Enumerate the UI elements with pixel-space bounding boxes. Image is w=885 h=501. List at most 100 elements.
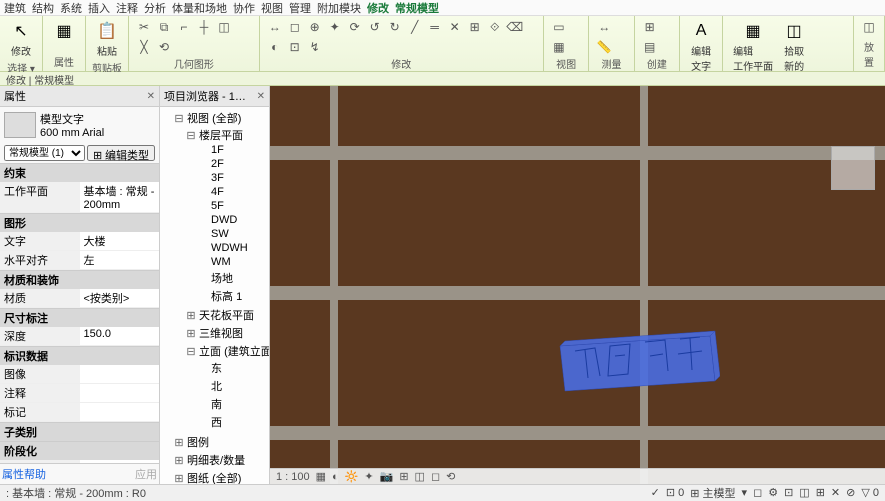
ribbon-btn[interactable]: ↖修改 — [6, 18, 36, 60]
ribbon-icon[interactable]: ▤ — [641, 38, 659, 56]
tree-node[interactable]: 东 — [198, 359, 267, 377]
menu-常规模型[interactable]: 常规模型 — [395, 0, 439, 16]
ribbon-icon[interactable]: ↯ — [306, 38, 324, 56]
tree-node[interactable]: 西 — [198, 413, 267, 431]
tree-toggle-icon[interactable]: ⊞ — [174, 472, 184, 484]
tree-node[interactable]: WDWH — [198, 241, 267, 255]
tree-node[interactable]: ⊞ 天花板平面 — [186, 306, 267, 324]
menu-建筑[interactable]: 建筑 — [4, 0, 26, 16]
tree-toggle-icon[interactable]: ⊟ — [186, 129, 196, 142]
ribbon-icon[interactable]: ┼ — [195, 18, 213, 36]
tree-toggle-icon[interactable]: ⊞ — [186, 309, 196, 322]
ribbon-icon[interactable]: ↺ — [366, 18, 384, 36]
ribbon-icon[interactable]: ◫ — [860, 18, 878, 36]
tree-node[interactable]: DWD — [198, 213, 267, 227]
ribbon-icon[interactable]: ↔ — [266, 18, 284, 36]
props-help-link[interactable]: 属性帮助 — [2, 466, 46, 482]
viewctrl-icon[interactable]: ⟲ — [446, 470, 455, 483]
ribbon-icon[interactable]: ⟳ — [346, 18, 364, 36]
tree-node[interactable]: ⊞ 三维视图 — [186, 324, 267, 342]
viewctrl-icon[interactable]: ◻ — [431, 470, 440, 483]
tree-node[interactable]: WM — [198, 255, 267, 269]
ribbon-icon[interactable]: ✦ — [326, 18, 344, 36]
viewctrl-icon[interactable]: ◐ — [332, 471, 339, 483]
tree-node[interactable]: 1F — [198, 143, 267, 157]
ribbon-icon[interactable]: ▦ — [550, 38, 568, 56]
ribbon-btn[interactable]: ▦ — [49, 18, 79, 45]
status-icon[interactable]: ⊘ — [846, 486, 855, 499]
menu-系统[interactable]: 系统 — [60, 0, 82, 16]
ribbon-icon[interactable]: ╱ — [406, 18, 424, 36]
menu-插入[interactable]: 插入 — [88, 0, 110, 16]
prop-value[interactable]: 基本墙 : 常规 - 200mm — [80, 182, 160, 212]
prop-section-尺寸标注[interactable]: 尺寸标注 — [0, 308, 159, 327]
tree-node[interactable]: 北 — [198, 377, 267, 395]
prop-section-标识数据[interactable]: 标识数据 — [0, 346, 159, 365]
ribbon-icon[interactable]: ⊞ — [466, 18, 484, 36]
menu-协作[interactable]: 协作 — [233, 0, 255, 16]
prop-section-图形[interactable]: 图形 — [0, 213, 159, 232]
prop-section-材质和装饰[interactable]: 材质和装饰 — [0, 270, 159, 289]
ribbon-icon[interactable]: ═ — [426, 18, 444, 36]
tree-node[interactable]: ⊞ 明细表/数量 — [174, 451, 267, 469]
prop-value[interactable] — [80, 384, 160, 402]
ribbon-icon[interactable]: ◻ — [286, 18, 304, 36]
ribbon-icon[interactable]: ⧉ — [155, 18, 173, 36]
prop-section-约束[interactable]: 约束 — [0, 163, 159, 182]
status-icon[interactable]: ◫ — [799, 486, 809, 499]
tree-node[interactable]: ⊟ 视图 (全部)⊟ 楼层平面 1F 2F 3F 4F 5F DWD SW WD… — [174, 109, 267, 433]
tree-node[interactable]: 场地 — [198, 269, 267, 287]
viewctrl-icon[interactable]: 🔆 — [345, 470, 359, 483]
tree-toggle-icon[interactable]: ⊞ — [174, 454, 184, 467]
viewctrl-icon[interactable]: ▦ — [316, 470, 326, 483]
ribbon-icon[interactable]: ⊞ — [641, 18, 659, 36]
edit-type-button[interactable]: ⊞ 编辑类型 — [87, 145, 155, 161]
tree-node[interactable]: 2F — [198, 157, 267, 171]
tree-node[interactable]: ⊞ 图纸 (全部) — [174, 469, 267, 484]
viewctrl-icon[interactable]: 📷 — [380, 470, 394, 483]
tree-toggle-icon[interactable]: ⊟ — [174, 112, 184, 125]
tree-toggle-icon[interactable]: ⊟ — [186, 345, 196, 358]
menu-附加模块[interactable]: 附加模块 — [317, 0, 361, 16]
ribbon-icon[interactable]: ╳ — [135, 38, 153, 56]
tree-toggle-icon[interactable]: ⊞ — [174, 436, 184, 449]
prop-value[interactable]: 大楼 — [80, 232, 160, 250]
menu-视图[interactable]: 视图 — [261, 0, 283, 16]
status-icon[interactable]: ✕ — [831, 486, 840, 499]
menu-修改[interactable]: 修改 — [367, 0, 389, 16]
tree-node[interactable]: ⊞ 图例 — [174, 433, 267, 451]
ribbon-icon[interactable]: ▭ — [550, 18, 568, 36]
ribbon-icon[interactable]: ⟲ — [155, 38, 173, 56]
ribbon-btn[interactable]: ◫拾取新的 — [779, 18, 809, 75]
tree-node[interactable]: 标高 1 — [198, 287, 267, 305]
prop-value[interactable]: <按类别> — [80, 289, 160, 307]
menu-管理[interactable]: 管理 — [289, 0, 311, 16]
tree-node[interactable]: SW — [198, 227, 267, 241]
ribbon-icon[interactable]: ◫ — [215, 18, 233, 36]
viewctrl-icon[interactable]: ◫ — [415, 470, 425, 483]
status-icon[interactable]: ▾ — [742, 486, 748, 499]
status-icon[interactable]: ✓ — [651, 486, 660, 499]
status-icon[interactable]: ⊡ 0 — [666, 486, 684, 499]
close-icon[interactable]: ✕ — [147, 91, 155, 102]
status-icon[interactable]: ▽ 0 — [861, 486, 879, 499]
ribbon-icon[interactable]: ⌐ — [175, 18, 193, 36]
ribbon-icon[interactable]: ✕ — [446, 18, 464, 36]
status-icon[interactable]: ⊞ 主模型 — [690, 485, 735, 501]
prop-section-子类别[interactable]: 子类别 — [0, 422, 159, 441]
viewport[interactable]: 1 : 100▦◐🔆✦📷⊞◫◻⟲ — [270, 86, 885, 484]
ribbon-icon[interactable]: ⊡ — [286, 38, 304, 56]
menu-注释[interactable]: 注释 — [116, 0, 138, 16]
ribbon-icon[interactable]: ↻ — [386, 18, 404, 36]
apply-button[interactable]: 应用 — [135, 466, 157, 482]
view-scale[interactable]: 1 : 100 — [276, 471, 310, 483]
tree-node[interactable]: 3F — [198, 171, 267, 185]
viewport-canvas[interactable] — [270, 86, 885, 484]
prop-section-阶段化[interactable]: 阶段化 — [0, 441, 159, 460]
viewctrl-icon[interactable]: ⊞ — [399, 470, 408, 483]
menu-结构[interactable]: 结构 — [32, 0, 54, 16]
selected-model-text[interactable] — [550, 326, 720, 396]
ribbon-icon[interactable]: 📏 — [595, 38, 613, 56]
ribbon-btn[interactable]: A编辑文字 — [686, 18, 716, 75]
ribbon-icon[interactable]: ✂ — [135, 18, 153, 36]
